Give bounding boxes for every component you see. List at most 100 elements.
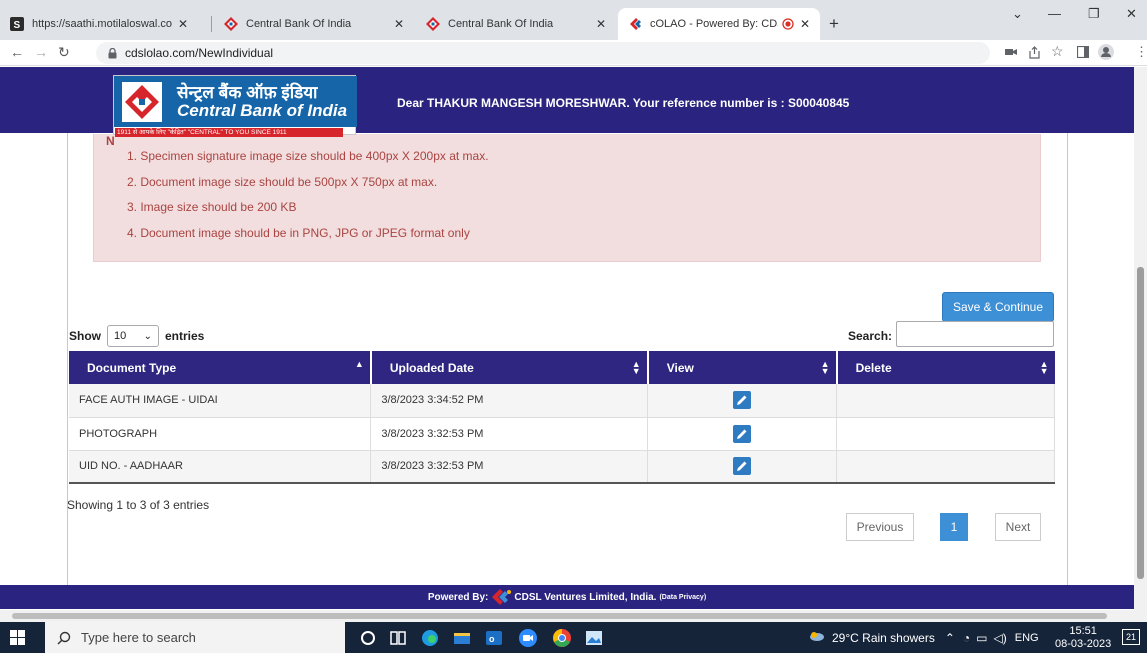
logo-panel: सेन्ट्रल बैंक ऑफ़ इंडिया Central Bank of… bbox=[114, 76, 357, 127]
delete-cell bbox=[836, 417, 1055, 451]
address-bar[interactable]: cdslolao.com/NewIndividual bbox=[96, 42, 990, 64]
new-tab-button[interactable]: + bbox=[829, 14, 839, 34]
svg-text:S: S bbox=[14, 20, 21, 31]
column-header-view[interactable]: View ▲ ▼ bbox=[647, 351, 838, 384]
next-page-button[interactable]: Next bbox=[995, 513, 1041, 541]
tab-central-bank-2[interactable]: Central Bank Of India ✕ bbox=[416, 8, 616, 40]
chevron-up-icon[interactable]: ⌃ bbox=[945, 631, 955, 645]
pencil-icon bbox=[737, 461, 747, 472]
page-1-button[interactable]: 1 bbox=[940, 513, 968, 541]
logo-english-text: Central Bank of India bbox=[177, 101, 348, 120]
tab-colao[interactable]: cOLAO - Powered By: CDSL \ ✕ bbox=[618, 8, 820, 40]
minimize-icon[interactable]: — bbox=[1048, 6, 1061, 21]
zoom-icon[interactable] bbox=[518, 628, 538, 648]
site-footer: Powered By: CDSL Ventures Limited, India… bbox=[0, 585, 1134, 609]
uploaded-date-cell: 3/8/2023 3:32:53 PM bbox=[370, 450, 649, 484]
cortana-icon[interactable] bbox=[358, 628, 378, 648]
windows-start-icon[interactable] bbox=[10, 630, 25, 645]
tab-central-bank-1[interactable]: Central Bank Of India ✕ bbox=[214, 8, 414, 40]
logo-tagline: 1911 से आपके लिए "केंद्रित" "CENTRAL" TO… bbox=[115, 128, 343, 137]
vertical-scrollbar[interactable] bbox=[1134, 67, 1147, 610]
motilal-favicon: S bbox=[10, 17, 24, 31]
clock-date: 08-03-2023 bbox=[1055, 638, 1112, 650]
document-type-cell: FACE AUTH IMAGE - UIDAI bbox=[69, 384, 372, 418]
uploaded-date-cell: 3/8/2023 3:34:52 PM bbox=[370, 384, 649, 418]
close-icon[interactable]: ✕ bbox=[800, 17, 810, 31]
notice-item: 4. Document image should be in PNG, JPG … bbox=[127, 226, 470, 240]
close-icon[interactable]: ✕ bbox=[178, 17, 188, 31]
photos-icon[interactable] bbox=[584, 628, 604, 648]
task-view-icon[interactable] bbox=[388, 628, 408, 648]
clock-time: 15:51 bbox=[1069, 625, 1097, 637]
search-input[interactable] bbox=[896, 321, 1054, 347]
notice-lead: N bbox=[106, 134, 115, 148]
scrollbar-thumb[interactable] bbox=[12, 613, 1107, 619]
share-icon[interactable] bbox=[1028, 46, 1041, 59]
menu-kebab-icon[interactable]: ⋮ bbox=[1135, 44, 1147, 60]
taskbar-search-box[interactable]: Type here to search bbox=[45, 622, 345, 653]
network-icon[interactable]: ◔ bbox=[963, 631, 970, 645]
system-tray: 29°C Rain showers ⌃ ◔ ▭ ◁) ENG bbox=[808, 622, 1039, 653]
weather-text[interactable]: 29°C Rain showers bbox=[832, 631, 935, 645]
tab-motilal[interactable]: S https://saathi.motilaloswal.com/E ✕ bbox=[0, 8, 198, 40]
volume-icon[interactable]: ◁) bbox=[994, 631, 1007, 645]
pencil-icon bbox=[737, 395, 747, 406]
close-icon[interactable]: ✕ bbox=[596, 17, 606, 31]
forward-icon[interactable]: → bbox=[34, 44, 48, 60]
pencil-icon bbox=[737, 429, 747, 439]
bookmark-star-icon[interactable]: ☆ bbox=[1051, 43, 1064, 60]
document-type-cell: PHOTOGRAPH bbox=[69, 417, 372, 451]
language-indicator[interactable]: ENG bbox=[1015, 632, 1039, 644]
sort-icon: ▲ ▼ bbox=[820, 359, 830, 376]
notification-center-icon[interactable]: 21 bbox=[1122, 629, 1140, 645]
table-header-row: Document Type ▲ Uploaded Date ▲ ▼ View ▲ ▼ De… bbox=[69, 351, 1055, 384]
data-privacy-link[interactable]: (Data Privacy) bbox=[659, 594, 706, 601]
sort-icon: ▲ ▼ bbox=[1039, 359, 1049, 376]
page-content: Dear THAKUR MANGESH MORESHWAR. Your refe… bbox=[0, 67, 1147, 610]
close-icon[interactable]: ✕ bbox=[394, 17, 404, 31]
edit-view-button[interactable] bbox=[733, 424, 752, 443]
edit-view-button[interactable] bbox=[733, 391, 752, 410]
document-type-cell: UID NO. - AADHAAR bbox=[69, 450, 372, 484]
column-header-label: View bbox=[666, 360, 694, 375]
table-row: FACE AUTH IMAGE - UIDAI 3/8/2023 3:34:52… bbox=[69, 384, 1055, 418]
column-header-delete[interactable]: Delete ▲ ▼ bbox=[836, 351, 1055, 384]
notice-item: 3. Image size should be 200 KB bbox=[127, 200, 297, 214]
lock-icon bbox=[108, 47, 117, 58]
logo-hindi-text: सेन्ट्रल बैंक ऑफ़ इंडिया bbox=[177, 83, 318, 102]
bank-emblem-icon bbox=[122, 82, 162, 122]
restore-icon[interactable]: ❐ bbox=[1088, 6, 1100, 22]
central-bank-favicon bbox=[224, 17, 238, 31]
chrome-icon[interactable] bbox=[552, 628, 572, 648]
column-header-uploaded-date[interactable]: Uploaded Date ▲ ▼ bbox=[370, 351, 649, 384]
save-continue-button[interactable]: Save & Continue bbox=[942, 292, 1054, 322]
tab-separator bbox=[211, 16, 212, 32]
back-icon[interactable]: ← bbox=[10, 44, 24, 60]
svg-text:o: o bbox=[489, 634, 495, 644]
column-header-label: Delete bbox=[855, 360, 892, 375]
battery-icon[interactable]: ▭ bbox=[976, 631, 987, 645]
column-header-label: Document Type bbox=[87, 360, 177, 375]
outlook-icon[interactable]: o bbox=[484, 628, 504, 648]
table-row: UID NO. - AADHAAR 3/8/2023 3:32:53 PM bbox=[69, 450, 1055, 484]
horizontal-scrollbar[interactable] bbox=[0, 610, 1147, 622]
profile-avatar-icon[interactable] bbox=[1098, 44, 1114, 60]
taskbar-clock[interactable]: 15:51 08-03-2023 bbox=[1055, 625, 1111, 651]
sort-asc-icon: ▲ bbox=[354, 359, 364, 369]
tab-search-icon[interactable]: ⌄ bbox=[1012, 6, 1023, 22]
page-length-select[interactable]: 10 ⌄ bbox=[107, 325, 159, 347]
file-explorer-icon[interactable] bbox=[452, 628, 472, 648]
reload-icon[interactable]: ↻ bbox=[58, 44, 70, 61]
entries-label: entries bbox=[165, 329, 205, 343]
side-panel-icon[interactable] bbox=[1077, 46, 1089, 58]
window-close-icon[interactable]: ✕ bbox=[1126, 6, 1137, 22]
tab-title: Central Bank Of India bbox=[448, 18, 554, 30]
edit-view-button[interactable] bbox=[733, 457, 752, 476]
scrollbar-thumb[interactable] bbox=[1137, 267, 1144, 579]
column-header-document-type[interactable]: Document Type ▲ bbox=[69, 351, 372, 384]
camera-icon[interactable] bbox=[1005, 46, 1017, 58]
tab-title: https://saathi.motilaloswal.com/E bbox=[32, 18, 172, 30]
previous-page-button[interactable]: Previous bbox=[846, 513, 914, 541]
edge-icon[interactable] bbox=[420, 628, 440, 648]
browser-toolbar: ← → ↻ cdslolao.com/NewIndividual ☆ ⋮ bbox=[0, 40, 1147, 66]
